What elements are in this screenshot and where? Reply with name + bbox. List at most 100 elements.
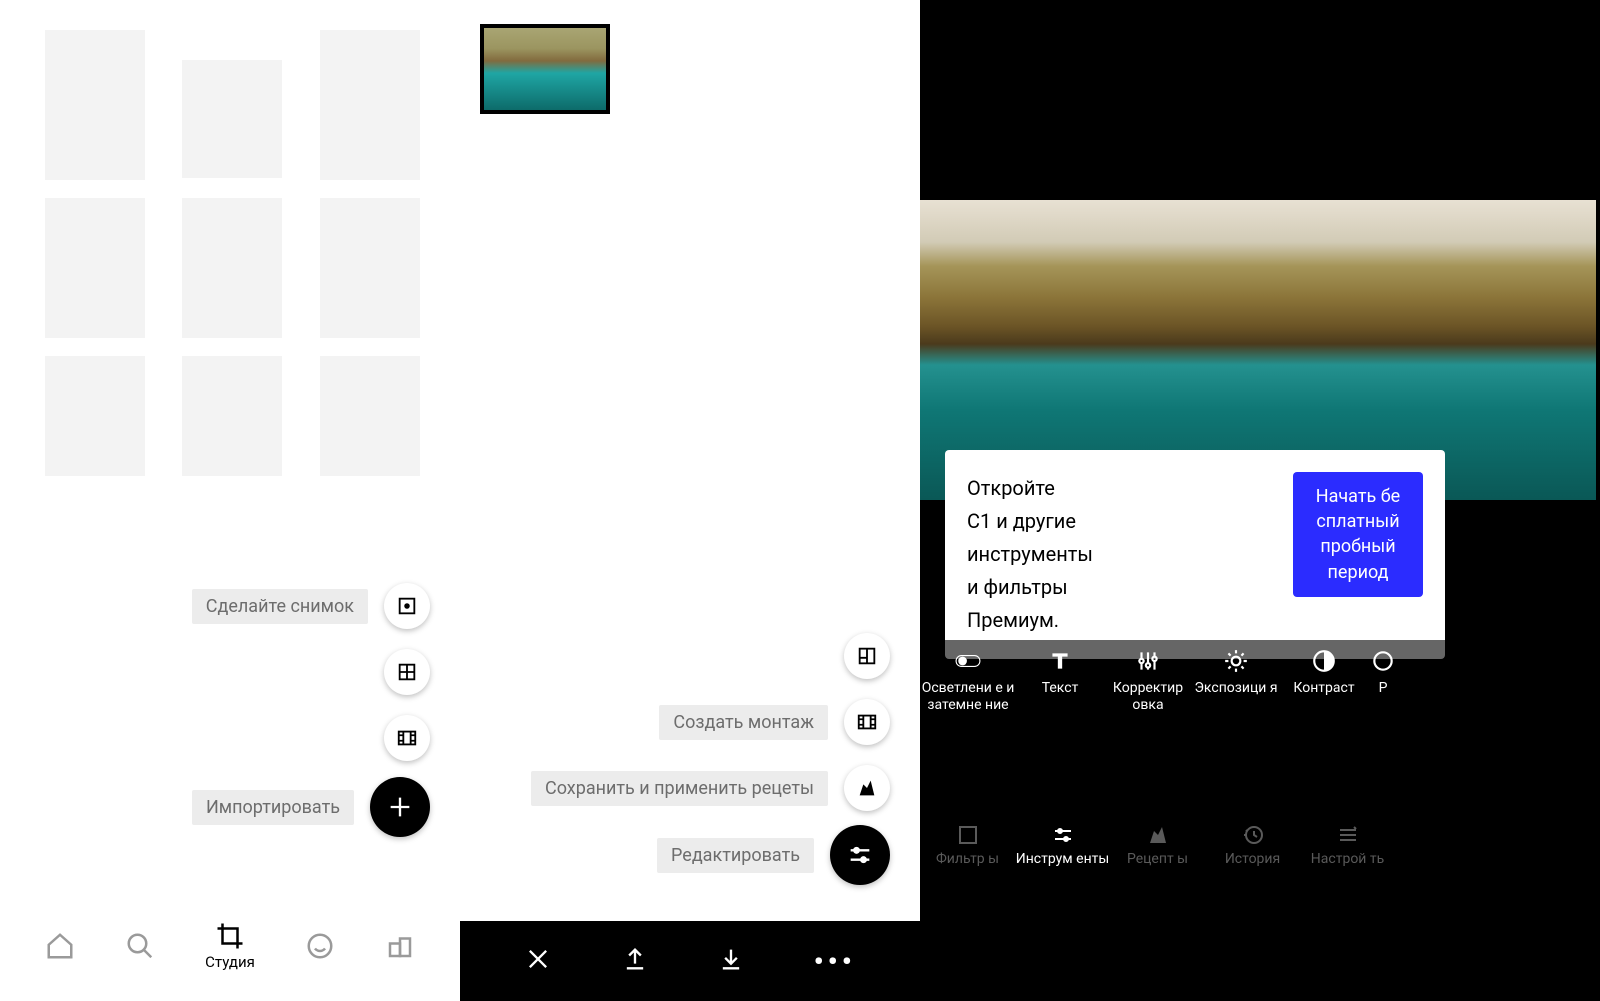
grid-placeholder[interactable]	[182, 60, 282, 178]
tool-contrast[interactable]: Контраст	[1280, 648, 1368, 760]
popup-line: Премиум.	[967, 604, 1275, 637]
nav-history[interactable]: История	[1205, 823, 1300, 867]
sun-icon	[1223, 648, 1249, 674]
grid-placeholder[interactable]	[45, 30, 145, 180]
nav-recipes[interactable]: Рецепт ы	[1110, 823, 1205, 867]
tool-label: Контраст	[1293, 680, 1354, 697]
add-button[interactable]	[370, 777, 430, 837]
montage-button[interactable]	[844, 699, 890, 745]
download-icon	[717, 945, 745, 973]
tool-label: Экспозици я	[1194, 680, 1277, 697]
close-icon	[524, 945, 552, 973]
save-recipes-label: Сохранить и применить рецеты	[531, 771, 828, 806]
nav-label: Рецепт ы	[1127, 851, 1188, 867]
more-icon: •••	[814, 945, 856, 978]
collage-icon	[856, 645, 878, 667]
start-trial-button[interactable]: Начать бе сплатный пробный период	[1293, 472, 1423, 597]
share-button[interactable]	[621, 945, 649, 977]
nav-label: Настрой ть	[1311, 851, 1384, 867]
tool-label: Р	[1379, 680, 1388, 697]
plus-icon	[386, 793, 414, 821]
popup-line: и фильтры	[967, 571, 1275, 604]
popup-line: C1 и другие	[967, 505, 1275, 538]
image-thumbnail[interactable]	[480, 24, 610, 114]
film-icon	[856, 711, 878, 733]
recipes-button[interactable]	[844, 765, 890, 811]
create-montage-label: Создать монтаж	[659, 705, 828, 740]
premium-popup: Откройте C1 и другие инструменты и фильт…	[945, 450, 1445, 659]
collage-icon	[396, 661, 418, 683]
edit-label: Редактировать	[657, 838, 814, 873]
more-button[interactable]: •••	[814, 945, 856, 978]
grid-small-icon	[385, 931, 415, 961]
collage-button[interactable]	[384, 649, 430, 695]
smile-icon	[305, 931, 335, 961]
nav-label: Фильтр ы	[936, 851, 999, 867]
edit-options-screen: Создать монтаж Сохранить и применить рец…	[460, 0, 920, 1001]
photo-grid	[45, 30, 425, 476]
download-button[interactable]	[717, 945, 745, 977]
import-label: Импортировать	[192, 790, 354, 825]
nav-label: Инструм енты	[1016, 851, 1110, 867]
take-photo-label: Сделайте снимок	[192, 589, 368, 624]
adjust-icon	[1135, 648, 1161, 674]
tool-label: Корректир овка	[1104, 680, 1192, 714]
tool-next-partial[interactable]: Р	[1368, 648, 1398, 760]
tool-dodge-burn[interactable]: Осветлени е и затемне ние	[920, 648, 1016, 760]
grid-placeholder[interactable]	[320, 198, 420, 338]
tool-label: Текст	[1042, 680, 1079, 697]
edit-button[interactable]	[830, 825, 890, 885]
nav-filters[interactable]: Фильтр ы	[920, 823, 1015, 867]
circle-icon	[1370, 648, 1396, 674]
filters-icon	[956, 823, 980, 847]
collage-button[interactable]	[844, 633, 890, 679]
editor-bottom-nav: Фильтр ы Инструм енты Рецепт ы История Н…	[920, 803, 1600, 881]
nav-settings[interactable]: Настрой ть	[1300, 823, 1395, 867]
studio-screen: Сделайте снимок Импортировать	[0, 0, 460, 1001]
recipe-icon	[1146, 823, 1170, 847]
nav-tools[interactable]: Инструм енты	[1015, 823, 1110, 867]
bottom-action-bar: •••	[460, 921, 920, 1001]
history-icon	[1241, 823, 1265, 847]
grid-placeholder[interactable]	[320, 356, 420, 476]
fab-menu: Сделайте снимок	[192, 583, 430, 761]
grid-placeholder[interactable]	[45, 356, 145, 476]
grid-placeholder[interactable]	[182, 198, 282, 338]
list-icon	[1336, 823, 1360, 847]
nav-studio-label: Студия	[205, 953, 255, 971]
tool-exposure[interactable]: Экспозици я	[1192, 648, 1280, 760]
tool-strip[interactable]: Осветлени е и затемне ние Текст Корректи…	[920, 640, 1600, 760]
tool-text[interactable]: Текст	[1016, 648, 1104, 760]
crop-icon	[215, 921, 245, 951]
fab-menu: Создать монтаж Сохранить и применить рец…	[531, 633, 890, 811]
editor-screen: Откройте C1 и другие инструменты и фильт…	[920, 0, 1600, 1001]
tool-label: Осветлени е и затемне ние	[920, 680, 1016, 714]
nav-home[interactable]	[45, 931, 75, 961]
upload-icon	[621, 945, 649, 973]
close-button[interactable]	[524, 945, 552, 977]
grid-placeholder[interactable]	[182, 356, 282, 476]
nav-label: История	[1225, 851, 1280, 867]
sliders-icon	[846, 841, 874, 869]
nav-search[interactable]	[125, 931, 155, 961]
film-icon	[396, 727, 418, 749]
grid-placeholder[interactable]	[320, 30, 420, 180]
nav-profile[interactable]	[305, 931, 335, 961]
popup-line: Откройте	[967, 472, 1275, 505]
home-icon	[45, 931, 75, 961]
bottom-nav: Студия	[0, 921, 460, 971]
search-icon	[125, 931, 155, 961]
sliders-icon	[1051, 823, 1075, 847]
take-photo-button[interactable]	[384, 583, 430, 629]
recipe-icon	[856, 777, 878, 799]
toggle-icon	[955, 648, 981, 674]
grid-placeholder[interactable]	[45, 198, 145, 338]
nav-studio[interactable]: Студия	[205, 921, 255, 971]
tool-adjust[interactable]: Корректир овка	[1104, 648, 1192, 760]
text-icon	[1047, 648, 1073, 674]
contrast-icon	[1311, 648, 1337, 674]
nav-spaces[interactable]	[385, 931, 415, 961]
camera-icon	[396, 595, 418, 617]
montage-button[interactable]	[384, 715, 430, 761]
popup-message: Откройте C1 и другие инструменты и фильт…	[967, 472, 1275, 637]
